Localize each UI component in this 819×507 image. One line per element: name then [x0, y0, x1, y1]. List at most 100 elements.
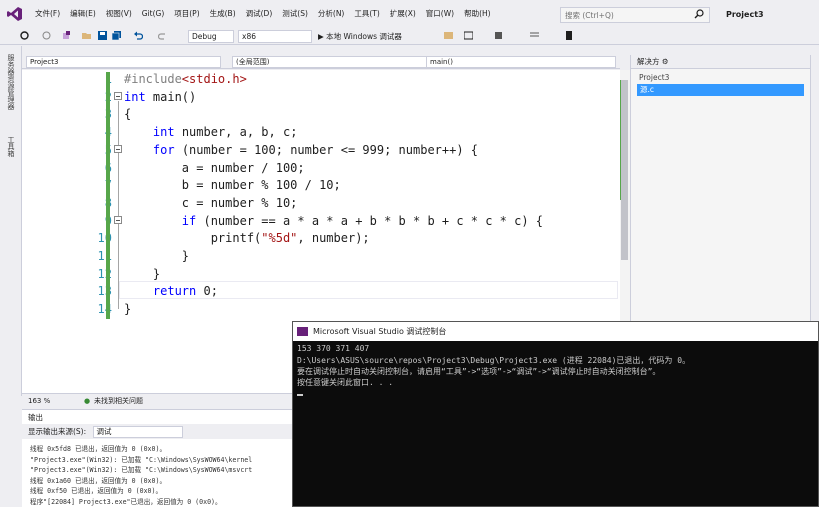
code-token: int [124, 89, 146, 104]
configuration-select[interactable]: Debug [188, 30, 234, 43]
menu-file[interactable]: 文件(F) [30, 0, 65, 28]
code-line[interactable]: } [124, 249, 189, 263]
comment-icon[interactable] [530, 31, 539, 40]
line-number: 6 [52, 161, 112, 175]
forward-icon[interactable] [42, 31, 51, 40]
fold-toggle-main[interactable] [114, 92, 122, 100]
save-all-icon[interactable] [112, 31, 121, 40]
code-line[interactable]: int main() [124, 90, 196, 104]
code-line[interactable]: c = number % 10; [124, 195, 298, 210]
fold-toggle-if[interactable] [114, 216, 122, 224]
search-icon[interactable] [694, 9, 704, 19]
code-token: "%5d" [261, 231, 298, 246]
output-line: "Project3.exe"(Win32): 已加载 "C:\Windows\S… [30, 455, 253, 464]
solution-explorer-header[interactable]: 解决方 ⚙ [631, 55, 811, 69]
code-token: main() [145, 89, 197, 104]
line-number: 7 [52, 178, 112, 192]
menu-build[interactable]: 生成(B) [205, 0, 241, 28]
solution-project-node[interactable]: Project3 [639, 73, 669, 82]
menu-help[interactable]: 帮助(H) [459, 0, 496, 28]
menu-analyze[interactable]: 分析(N) [313, 0, 349, 28]
code-token: b = number % 100 / 10; [124, 178, 341, 193]
console-line: D:\Users\ASUS\source\repos\Project3\Debu… [297, 356, 691, 365]
output-line: "Project3.exe"(Win32): 已加载 "C:\Windows\S… [30, 466, 253, 474]
line-number: 1 [52, 72, 112, 86]
code-token: (number = 100; number <= 999; number++) … [174, 142, 479, 157]
menu-tools[interactable]: 工具(T) [349, 0, 384, 28]
platform-select[interactable]: x86 [238, 30, 312, 43]
code-line[interactable]: } [124, 267, 160, 281]
output-line: 线程 0x5fd8 已退出，返回值为 0 (0x0)。 [30, 445, 167, 453]
debug-console-window[interactable]: Microsoft Visual Studio 调试控制台 153 370 37… [292, 321, 819, 507]
issues-status[interactable]: 未找到相关问题 [94, 394, 143, 408]
menu-view[interactable]: 视图(V) [101, 0, 137, 28]
code-line[interactable]: b = number % 100 / 10; [124, 178, 341, 192]
flag-icon[interactable] [565, 31, 574, 40]
code-token: <stdio.h> [181, 72, 247, 86]
scrollbar-thumb[interactable] [621, 80, 628, 260]
menu-extensions[interactable]: 扩展(X) [385, 0, 421, 28]
menu-window[interactable]: 窗口(W) [421, 0, 459, 28]
visual-studio-logo-icon[interactable] [0, 0, 30, 28]
code-line[interactable]: printf("%5d", number); [124, 231, 370, 245]
toolbox-tab[interactable]: 工具箱 [5, 136, 16, 157]
project-dropdown[interactable]: Project3 [26, 56, 221, 68]
code-line[interactable]: if (number == a * a * a + b * b * b + c … [124, 214, 543, 228]
code-line[interactable]: { [124, 107, 131, 121]
code-token: } [124, 302, 132, 317]
menu-debug[interactable]: 调试(D) [241, 0, 278, 28]
check-icon: ● [84, 397, 91, 405]
line-number: 2 [52, 90, 112, 104]
solution-file-node[interactable]: 源.c [637, 84, 804, 96]
code-line[interactable]: a = number / 100; [124, 161, 305, 175]
code-token: for [152, 142, 175, 157]
fold-toggle-for[interactable] [114, 145, 122, 153]
function-dropdown[interactable]: main() [426, 56, 616, 68]
open-folder-icon[interactable] [82, 31, 91, 40]
output-line: 程序"[22084] Project3.exe"已退出，返回值为 0 (0x0)… [30, 497, 222, 506]
code-line[interactable]: } [124, 302, 131, 316]
output-source-row: 显示输出来源(S): 调试 [22, 424, 292, 439]
code-line[interactable]: #include<stdio.h> [124, 72, 247, 86]
undo-icon[interactable] [134, 31, 143, 40]
new-item-icon[interactable] [62, 31, 71, 40]
search-input[interactable]: 搜索 (Ctrl+Q) [560, 7, 710, 23]
editor-navigation-bar: Project3 (全局范围) main() [22, 55, 620, 69]
start-debugging-button[interactable]: ▶ 本地 Windows 调试器 [318, 30, 402, 43]
standard-toolbar: Debug x86 ▶ 本地 Windows 调试器 [0, 28, 819, 45]
line-number: 4 [52, 125, 112, 139]
redo-icon[interactable] [158, 31, 167, 40]
code-token: } [124, 266, 161, 281]
code-token: #include [124, 72, 182, 86]
output-source-label: 显示输出来源(S): [28, 427, 87, 436]
code-token: int [152, 125, 175, 140]
output-source-select[interactable]: 调试 [92, 426, 183, 438]
code-token: , number); [297, 231, 370, 246]
screenshot-icon[interactable] [464, 31, 473, 40]
server-explorer-tab[interactable]: 服务器资源管理器 [5, 54, 16, 110]
menu-edit[interactable]: 编辑(E) [65, 0, 101, 28]
menu-project[interactable]: 项目(P) [169, 0, 204, 28]
code-token: c = number % 10; [124, 195, 298, 210]
code-token: if [181, 213, 197, 228]
console-title-bar[interactable]: Microsoft Visual Studio 调试控制台 [293, 322, 818, 341]
console-cursor [297, 394, 303, 396]
console-app-icon [297, 327, 308, 336]
zoom-level[interactable]: 163 % [28, 394, 50, 408]
code-line[interactable]: int number, a, b, c; [124, 125, 298, 140]
line-number: 11 [97, 249, 112, 263]
save-icon[interactable] [98, 31, 107, 40]
hot-reload-icon[interactable] [444, 31, 453, 40]
code-line[interactable]: for (number = 100; number <= 999; number… [124, 143, 478, 157]
console-title: Microsoft Visual Studio 调试控制台 [313, 327, 447, 336]
line-number: 13 [97, 284, 112, 299]
current-line-highlight [119, 281, 618, 299]
line-number: 12 [97, 266, 112, 281]
bookmark-icon[interactable] [494, 31, 503, 40]
line-number: 3 [52, 107, 112, 121]
back-icon[interactable] [20, 31, 29, 40]
menu-git[interactable]: Git(G) [137, 0, 170, 28]
menu-test[interactable]: 测试(S) [277, 0, 313, 28]
scope-dropdown[interactable]: (全局范围) [232, 56, 427, 68]
